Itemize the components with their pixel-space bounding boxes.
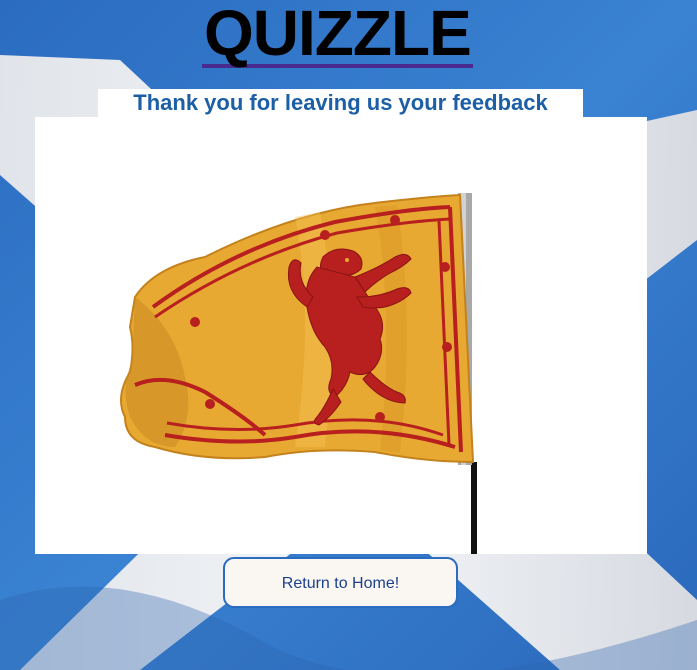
page-subtitle: Thank you for leaving us your feedback (133, 90, 548, 115)
feedback-thank-you-page: QUIZZLE Thank you for leaving us your fe… (0, 0, 697, 670)
flag-image-panel (35, 117, 647, 554)
lion-rampant-flag-image (120, 193, 477, 554)
subtitle-banner: Thank you for leaving us your feedback (98, 89, 583, 117)
return-to-home-button[interactable]: Return to Home! (223, 557, 458, 608)
logo-text: QUIZZLE (202, 0, 473, 69)
quizzle-logo[interactable]: QUIZZLE (202, 0, 482, 69)
